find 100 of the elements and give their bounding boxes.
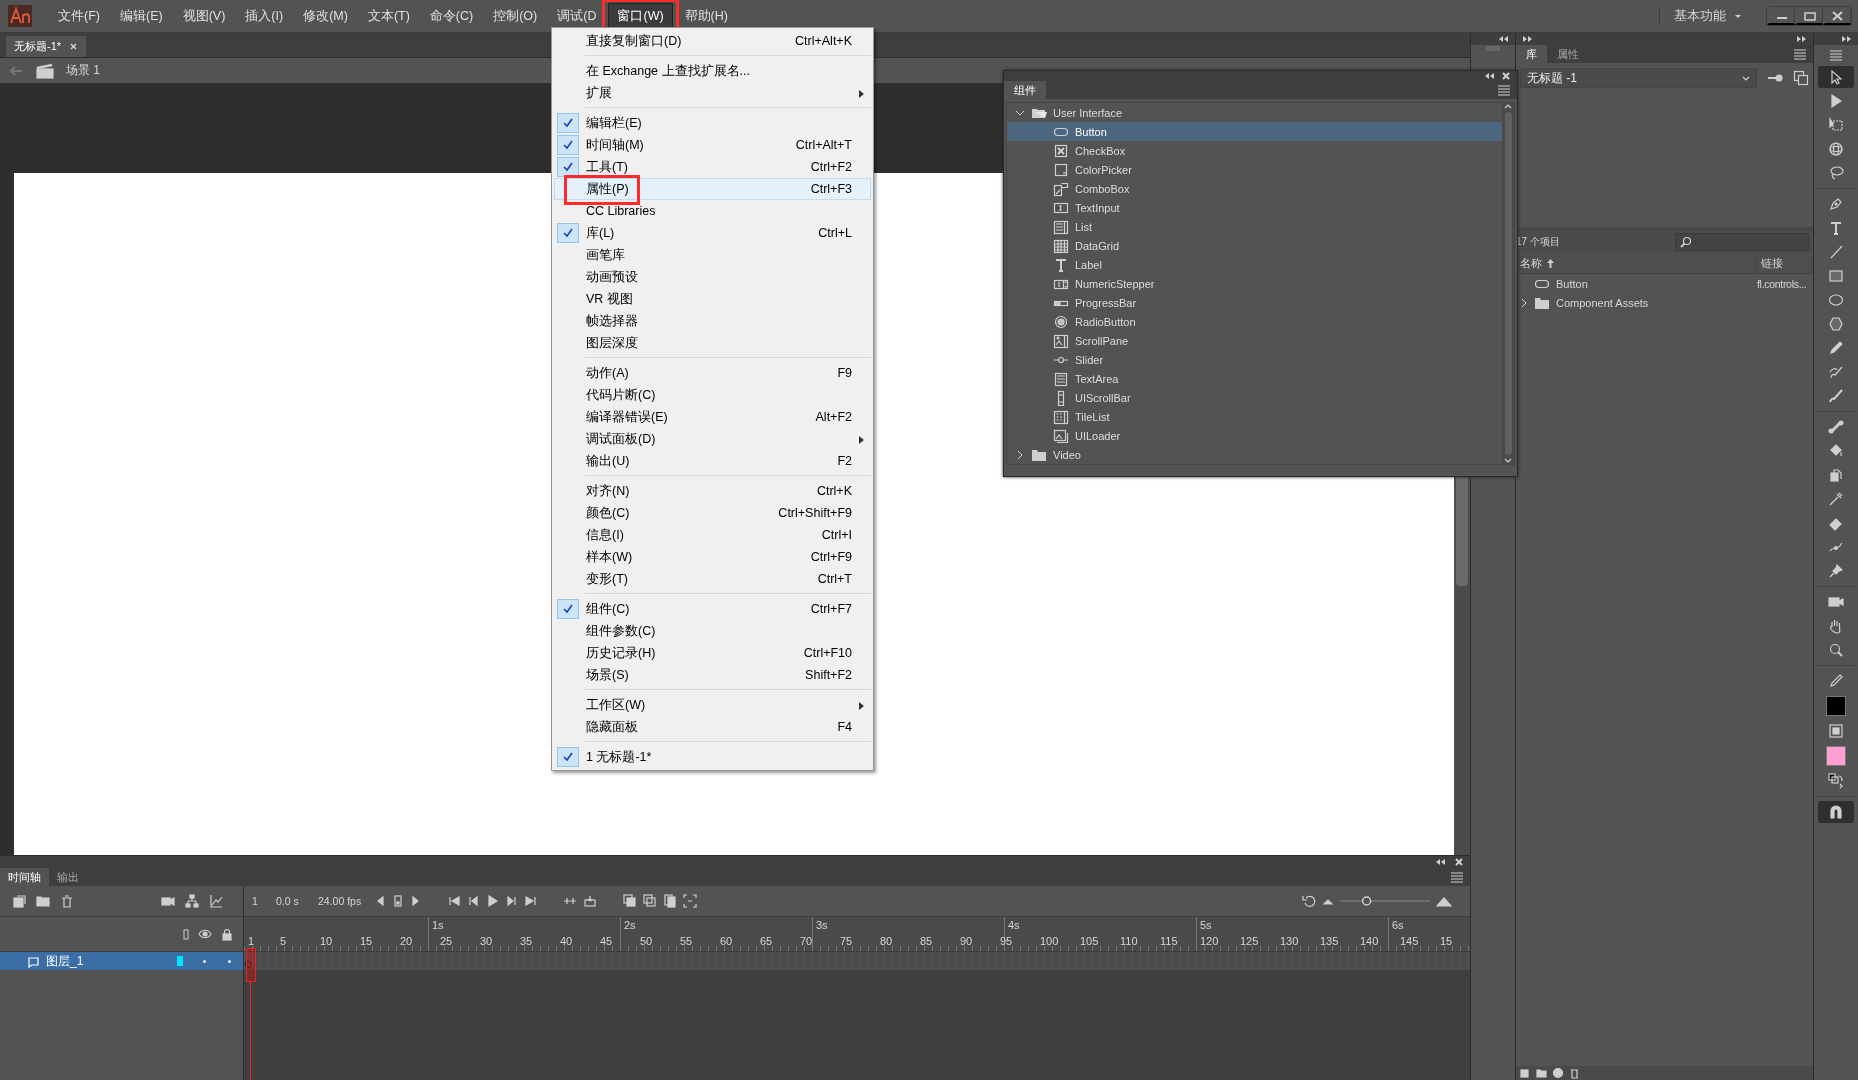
close-button[interactable] xyxy=(1823,7,1851,25)
visibility-dot[interactable] xyxy=(203,959,206,963)
tree-item[interactable]: CheckBox xyxy=(1075,144,1126,157)
center-frame-icon[interactable] xyxy=(583,894,597,908)
undo-icon[interactable] xyxy=(1302,894,1316,908)
edit-frames-icon[interactable] xyxy=(663,894,677,908)
menu-item[interactable]: 信息(I) Ctrl+I xyxy=(554,524,871,546)
onion-skin-icon[interactable] xyxy=(623,894,637,908)
camera-icon[interactable] xyxy=(161,894,175,908)
menu-bar-item[interactable]: 编辑(E) xyxy=(111,3,171,29)
tree-item[interactable]: TextInput xyxy=(1075,201,1120,214)
tree-item[interactable]: Button xyxy=(1075,125,1107,138)
menu-item[interactable]: 工作区(W) xyxy=(554,694,871,716)
lock-icon[interactable] xyxy=(221,927,233,941)
column-header[interactable]: 链接 xyxy=(1761,256,1783,269)
new-symbol-icon[interactable] xyxy=(1520,1067,1530,1079)
outline-icon[interactable] xyxy=(183,928,189,940)
menu-item[interactable]: CC Libraries xyxy=(554,200,871,222)
tree-item[interactable]: Video xyxy=(1053,448,1081,461)
scrollbar[interactable] xyxy=(1502,103,1514,465)
menu-item[interactable]: 画笔库 xyxy=(554,244,871,266)
minimize-button[interactable] xyxy=(1767,7,1795,25)
panel-tab[interactable]: 时间轴 xyxy=(0,868,49,886)
close-icon[interactable] xyxy=(1454,857,1464,867)
menu-bar-item[interactable]: 调试(D xyxy=(549,3,605,29)
menu-item[interactable]: 组件参数(C) xyxy=(554,620,871,642)
menu-item[interactable]: 编译器错误(E) Alt+F2 xyxy=(554,406,871,428)
menu-bar-item[interactable]: 插入(I) xyxy=(237,3,292,29)
close-icon[interactable] xyxy=(1501,71,1511,82)
fps-field[interactable]: 24.00 fps xyxy=(318,895,368,907)
playhead[interactable] xyxy=(246,948,256,982)
menu-bar-item[interactable]: 修改(M) xyxy=(295,3,356,29)
step-forward-icon[interactable] xyxy=(505,894,518,908)
menu-item[interactable]: 对齐(N) Ctrl+K xyxy=(554,480,871,502)
onion-outline-icon[interactable] xyxy=(643,894,657,908)
menu-bar-item[interactable]: 窗口(W) xyxy=(608,2,673,30)
workspace-menu[interactable]: 基本功能 xyxy=(1674,7,1726,25)
panel-tab[interactable]: 组件 xyxy=(1004,81,1046,100)
column-header[interactable]: 名称 xyxy=(1520,255,1542,271)
document-tab[interactable]: 无标题-1* xyxy=(6,36,87,57)
panel-tab[interactable]: 库 xyxy=(1516,45,1547,63)
tree-item[interactable]: ProgressBar xyxy=(1075,296,1137,309)
color-swatch[interactable] xyxy=(1826,696,1846,716)
menu-icon[interactable] xyxy=(1497,84,1511,97)
hierarchy-icon[interactable] xyxy=(185,894,199,908)
menu-item[interactable]: 动作(A) F9 xyxy=(554,362,871,384)
tree-item[interactable]: RadioButton xyxy=(1075,315,1136,328)
tool-button[interactable] xyxy=(1818,66,1854,88)
menu-item[interactable]: 在 Exchange 上查找扩展名... xyxy=(554,60,871,82)
menu-item[interactable]: 样本(W) Ctrl+F9 xyxy=(554,546,871,568)
folder-icon[interactable] xyxy=(1536,1067,1547,1079)
step-back-icon[interactable] xyxy=(467,894,480,908)
menu-item[interactable]: 直接复制窗口(D) Ctrl+Alt+K xyxy=(554,30,871,52)
tree-item[interactable]: ComboBox xyxy=(1075,182,1130,195)
menu-item[interactable]: 变形(T) Ctrl+T xyxy=(554,568,871,590)
trash-icon[interactable] xyxy=(1569,1067,1580,1079)
menu-item[interactable]: 输出(U) F2 xyxy=(554,450,871,472)
tree-item[interactable]: NumericStepper xyxy=(1075,277,1155,290)
menu-item[interactable]: 动画预设 xyxy=(554,266,871,288)
panel-tab[interactable]: 输出 xyxy=(49,868,87,886)
menu-item[interactable]: 扩展 xyxy=(554,82,871,104)
menu-item[interactable]: 组件(C) Ctrl+F7 xyxy=(554,598,871,620)
menu-item[interactable]: 时间轴(M) Ctrl+Alt+T xyxy=(554,134,871,156)
layer-color[interactable] xyxy=(177,956,183,966)
lock-dot[interactable] xyxy=(228,959,231,963)
tool-button[interactable] xyxy=(1818,801,1854,823)
menu-item[interactable]: VR 视图 xyxy=(554,288,871,310)
library-item[interactable]: Component Assets xyxy=(1556,296,1649,309)
menu-item[interactable]: 图层深度 xyxy=(554,332,871,354)
menu-bar-item[interactable]: 帮助(H) xyxy=(676,3,736,29)
tree-item[interactable]: DataGrid xyxy=(1075,239,1120,252)
menu-bar-item[interactable]: 视图(V) xyxy=(174,3,234,29)
menu-item[interactable]: 场景(S) Shift+F2 xyxy=(554,664,871,686)
menu-bar-item[interactable]: 控制(O) xyxy=(485,3,546,29)
tree-item[interactable]: User Interface xyxy=(1053,106,1123,119)
menu-item[interactable]: 隐藏面板 F4 xyxy=(554,716,871,738)
menu-item[interactable]: 属性(P) Ctrl+F3 xyxy=(554,178,871,200)
keyframe-icon[interactable] xyxy=(392,894,404,908)
folder-icon[interactable] xyxy=(36,894,50,908)
tree-item[interactable]: UILoader xyxy=(1075,429,1121,442)
document-dropdown[interactable]: 无标题 -1 xyxy=(1520,68,1757,88)
tree-item[interactable]: TileList xyxy=(1075,410,1110,423)
eye-icon[interactable] xyxy=(198,928,212,940)
panel-tab[interactable]: 属性 xyxy=(1547,45,1589,63)
menu-bar-item[interactable]: 文本(T) xyxy=(359,3,418,29)
tree-item[interactable]: UIScrollBar xyxy=(1075,391,1131,404)
tree-item[interactable]: Label xyxy=(1075,258,1102,271)
last-frame-icon[interactable] xyxy=(524,894,537,908)
layer-name[interactable]: 图层_1 xyxy=(46,952,84,970)
menu-item[interactable]: 编辑栏(E) xyxy=(554,112,871,134)
color-swatch[interactable] xyxy=(1826,746,1846,766)
tree-item[interactable]: List xyxy=(1075,220,1093,233)
menu-item[interactable]: 颜色(C) Ctrl+Shift+F9 xyxy=(554,502,871,524)
menu-item[interactable]: 库(L) Ctrl+L xyxy=(554,222,871,244)
new-layer-icon[interactable] xyxy=(12,894,26,908)
menu-bar-item[interactable]: 文件(F) xyxy=(50,3,108,29)
tree-item[interactable]: ScrollPane xyxy=(1075,334,1129,347)
search-field[interactable] xyxy=(1675,233,1809,251)
time-ruler[interactable]: 1s 2s 3s 4s 5s 6s 1 5 10 15 20 25 30 35 40 45 50 55 60 65 70 75 80 85 90 95 100 105 110 115 120 125 130 135 140 145 15 xyxy=(244,917,1470,951)
first-frame-icon[interactable] xyxy=(448,894,461,908)
